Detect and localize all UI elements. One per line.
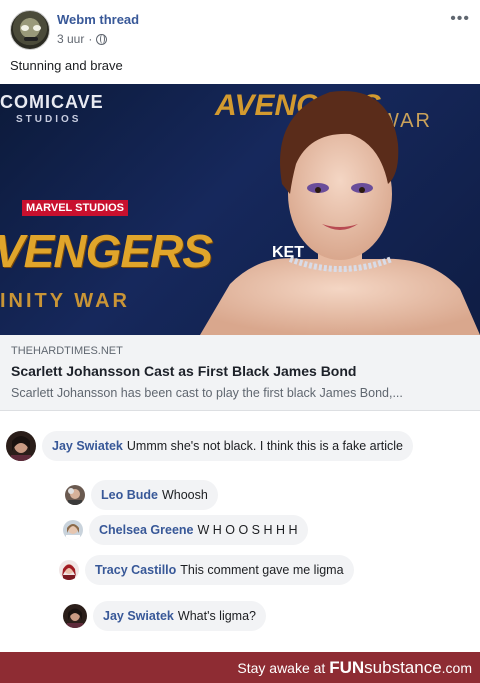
comment-bubble: Jay Swiatek Ummm she's not black. I think…	[42, 431, 413, 461]
comment-text: Whoosh	[161, 488, 208, 502]
commenter-avatar[interactable]	[65, 485, 85, 505]
commenter-avatar[interactable]	[63, 520, 83, 540]
globe-icon	[96, 33, 108, 45]
avatar-eye	[33, 25, 41, 31]
watermark-prefix: Stay awake at	[237, 660, 330, 676]
person-photo	[200, 91, 480, 335]
watermark-suffix: .com	[441, 660, 472, 676]
comment-text: What's ligma?	[177, 609, 256, 623]
watermark-brand-fun: FUN	[329, 658, 365, 677]
watermark-brand-rest: substance	[364, 658, 442, 677]
comment-bubble: Chelsea Greene W H O O S H H H	[89, 515, 308, 545]
link-caption[interactable]: THEHARDTIMES.NET Scarlett Johansson Cast…	[0, 335, 480, 411]
avatar-mouth	[24, 37, 38, 41]
more-options-icon[interactable]: •••	[450, 10, 470, 28]
poster-avatar[interactable]	[10, 10, 50, 50]
infinity-war-text: INITY WAR	[0, 290, 130, 312]
post-text: Stunning and brave	[10, 58, 123, 73]
avatar-eye	[21, 25, 29, 31]
commenter-avatar[interactable]	[59, 560, 79, 580]
comment-text: This comment gave me ligma	[180, 563, 344, 577]
post-header: Webm thread 3 uur · •••	[0, 0, 480, 58]
comment-text: W H O O S H H H	[197, 523, 298, 537]
studios-text: STUDIOS	[16, 114, 82, 125]
commenter-name[interactable]: Chelsea Greene	[99, 523, 194, 537]
link-description: Scarlett Johansson has been cast to play…	[11, 386, 403, 400]
watermark-text: Stay awake at FUNsubstance.com	[237, 658, 472, 678]
link-preview-image[interactable]: COMICAVE STUDIOS AVENGERS WAR MARVEL STU…	[0, 84, 480, 335]
backdrop-sign: KET	[272, 244, 304, 261]
commenter-name[interactable]: Leo Bude	[101, 488, 158, 502]
comment: Jay Swiatek Ummm she's not black. I think…	[6, 431, 413, 461]
comment-bubble: Tracy Castillo This comment gave me ligma	[85, 555, 354, 585]
link-title[interactable]: Scarlett Johansson Cast as First Black J…	[11, 363, 356, 379]
commenter-name[interactable]: Jay Swiatek	[103, 609, 174, 623]
reply: Jay Swiatek What's ligma?	[63, 601, 266, 631]
post-time[interactable]: 3 uur	[57, 32, 84, 46]
comment-bubble: Leo Bude Whoosh	[91, 480, 218, 510]
poster-name[interactable]: Webm thread	[57, 12, 139, 27]
meta-separator: ·	[88, 32, 93, 46]
reply: Leo Bude Whoosh	[65, 480, 218, 510]
post-meta: 3 uur ·	[57, 32, 108, 46]
commenter-name[interactable]: Jay Swiatek	[52, 439, 123, 453]
watermark-banner: Stay awake at FUNsubstance.com	[0, 652, 480, 683]
comment-bubble: Jay Swiatek What's ligma?	[93, 601, 266, 631]
comicave-logo: COMICAVE	[0, 92, 104, 112]
commenter-name[interactable]: Tracy Castillo	[95, 563, 176, 577]
link-domain: THEHARDTIMES.NET	[11, 345, 123, 357]
commenter-avatar[interactable]	[63, 604, 87, 628]
commenter-avatar[interactable]	[6, 431, 36, 461]
comment-text: Ummm she's not black. I think this is a …	[126, 439, 403, 453]
avengers-logo: VENGERS	[0, 225, 213, 277]
marvel-logo: MARVEL STUDIOS	[22, 200, 128, 216]
reply: Chelsea Greene W H O O S H H H	[63, 515, 308, 545]
reply: Tracy Castillo This comment gave me ligma	[59, 555, 354, 585]
